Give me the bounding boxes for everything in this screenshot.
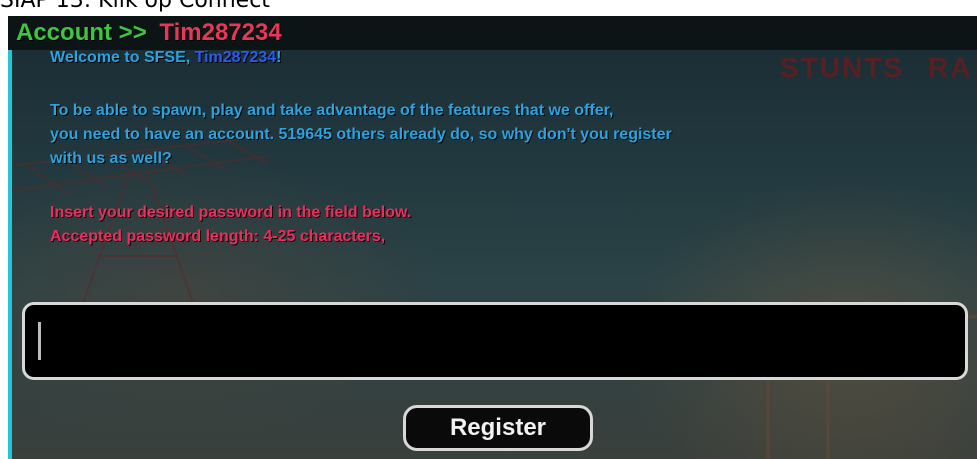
instruction-line-1: Insert your desired password in the fiel…	[50, 204, 412, 221]
account-dialog: STUNTS RA Account >> Tim287234 Welcome t…	[8, 16, 977, 459]
cropped-caption: SIAP 13: Klik op Connect	[0, 0, 977, 16]
background-word-stunts: STUNTS	[780, 52, 904, 83]
welcome-line: Welcome to SFSE, Tim287234!	[50, 46, 282, 70]
title-prefix: Account	[16, 19, 112, 46]
instruction-line-2: Accepted password length: 4-25 character…	[50, 228, 386, 245]
title-username: Tim287234	[159, 19, 282, 46]
dialog-title: Account >> Tim287234	[16, 19, 282, 47]
info-line-2: you need to have an account. 519645 othe…	[50, 126, 672, 143]
title-separator: >>	[118, 19, 147, 46]
welcome-username: Tim287234	[194, 49, 277, 66]
caption-text: SIAP 13: Klik op Connect	[0, 0, 270, 13]
welcome-text: Welcome to SFSE,	[50, 49, 195, 66]
info-line-1: To be able to spawn, play and take advan…	[50, 102, 614, 119]
dialog-left-border	[8, 50, 12, 459]
welcome-suffix: !	[276, 49, 282, 66]
background-word-ra: RA	[928, 52, 973, 83]
dialog-title-bar: Account >> Tim287234	[8, 16, 977, 50]
info-line-3: with us as well?	[50, 150, 172, 167]
text-caret	[38, 322, 41, 360]
register-button[interactable]: Register	[403, 405, 593, 451]
password-input[interactable]	[22, 302, 968, 380]
